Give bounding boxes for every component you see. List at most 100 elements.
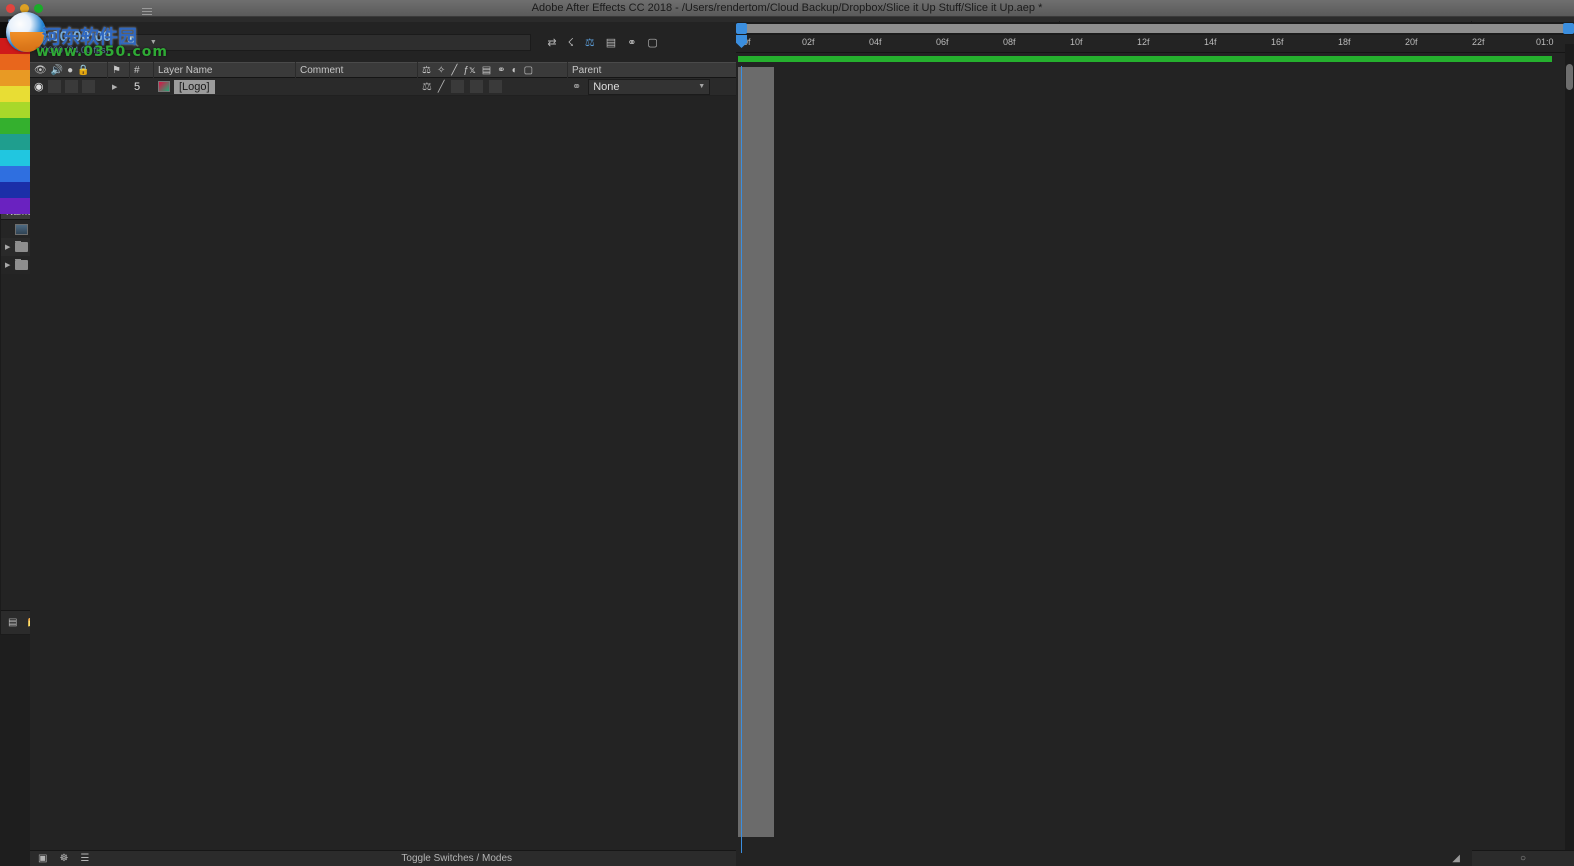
layer-thumbnail-icon xyxy=(158,81,170,92)
label-column-icon[interactable]: ⚑ xyxy=(108,62,130,78)
collapse-transformations-icon[interactable]: ✧ xyxy=(437,65,445,76)
toggle-switches-modes-button[interactable]: Toggle Switches / Modes xyxy=(401,853,512,864)
parent-column[interactable]: Parent xyxy=(568,62,728,78)
ruler-tick: 18f xyxy=(1338,37,1351,47)
layer-duration-bar[interactable] xyxy=(738,56,1552,62)
parent-pickwhip-icon[interactable]: ⚭ xyxy=(572,80,581,93)
close-window-button[interactable] xyxy=(6,4,15,13)
label-color-column[interactable] xyxy=(0,22,30,866)
time-navigator-scrollbar[interactable] xyxy=(736,22,1574,35)
label-swatch-teal[interactable] xyxy=(0,134,30,150)
3d-layer-icon[interactable]: ▢ xyxy=(524,65,533,76)
search-icon: 🔍 xyxy=(127,36,140,48)
title-bar: Adobe After Effects CC 2018 - /Users/ren… xyxy=(0,0,1574,17)
label-swatch-amber[interactable] xyxy=(0,70,30,86)
shy-icon[interactable]: ⚖ xyxy=(422,65,431,76)
quality-icon[interactable]: ╱ xyxy=(451,65,457,76)
label-swatch-red[interactable] xyxy=(0,38,30,54)
timeline-switch-buttons[interactable]: ⇄ ☇ ⚖ ▤ ⚭ ▢ xyxy=(547,36,657,49)
label-swatch-purple[interactable] xyxy=(0,198,30,214)
zoom-out-icon[interactable]: ◢ xyxy=(1452,853,1460,864)
speaker-icon[interactable]: 🔊 xyxy=(51,65,63,76)
ruler-tick: 10f xyxy=(1070,37,1083,47)
timeline-track-area[interactable]: 00f 02f 04f 06f 08f 10f 12f 14f 16f 18f … xyxy=(736,22,1574,866)
current-timecode[interactable]: 0:00:00:00 00000 (24.00 fps) xyxy=(38,29,111,56)
hide-shy-layers-icon[interactable]: ⚖ xyxy=(585,36,595,49)
comment-column[interactable]: Comment xyxy=(296,62,418,78)
lock-icon[interactable]: 🔒 xyxy=(77,65,89,76)
draft-3d-icon[interactable]: ☇ xyxy=(568,36,574,49)
layer-comment[interactable] xyxy=(296,78,418,96)
composition-mini-flowchart-icon[interactable]: ⇄ xyxy=(547,36,556,49)
layer-number-column[interactable]: # xyxy=(130,62,154,78)
layer-switches-column[interactable]: ⚖ ✧ ╱ ƒ𝕩 ▤ ⚭ ◐ ▢ xyxy=(418,62,568,78)
timeline-footer-left[interactable]: ▣ ☸ ☰ Toggle Switches / Modes xyxy=(30,850,766,866)
solo-icon[interactable]: ● xyxy=(67,65,73,76)
ruler-tick: 02f xyxy=(802,37,815,47)
label-swatch-lime[interactable] xyxy=(0,102,30,118)
layer-shy-switch[interactable]: ⚖ xyxy=(422,80,432,93)
timeline-header-row[interactable]: 0:00:00:00 00000 (24.00 fps) 🔍 ▼ ⇄ ☇ ⚖ ▤… xyxy=(30,22,736,62)
panel-menu-icon[interactable] xyxy=(141,7,152,16)
layer-name-column[interactable]: Layer Name xyxy=(154,62,296,78)
ruler-tick: 22f xyxy=(1472,37,1485,47)
motion-blur-icon[interactable]: ⚭ xyxy=(627,36,636,49)
layer-number: 5 xyxy=(134,80,141,93)
minimize-window-button[interactable] xyxy=(20,4,29,13)
window-controls[interactable] xyxy=(6,4,43,13)
parent-value: None xyxy=(593,80,620,93)
layer-frameblend-switch[interactable] xyxy=(469,80,483,93)
label-swatch-none[interactable] xyxy=(0,22,30,38)
layer-quality-switch[interactable]: ╱ xyxy=(438,80,445,93)
time-ruler[interactable]: 00f 02f 04f 06f 08f 10f 12f 14f 16f 18f … xyxy=(736,35,1574,53)
layer-expand-triangle-icon[interactable]: ▶ xyxy=(108,78,130,96)
frame-blending-icon[interactable]: ▤ xyxy=(606,36,616,49)
layer-bar-region[interactable] xyxy=(738,67,774,837)
time-navigator-thumb[interactable] xyxy=(736,23,1574,34)
label-swatch-blue[interactable] xyxy=(0,166,30,182)
after-effects-window: Adobe After Effects CC 2018 - /Users/ren… xyxy=(0,0,1574,866)
timeline-vertical-scrollbar[interactable] xyxy=(1565,44,1574,850)
ruler-tick: 06f xyxy=(936,37,949,47)
label-swatch-navy[interactable] xyxy=(0,182,30,198)
window-title: Adobe After Effects CC 2018 - /Users/ren… xyxy=(531,2,1043,14)
ruler-tick: 12f xyxy=(1137,37,1150,47)
graph-editor-icon[interactable]: ▢ xyxy=(647,36,657,49)
layer-effects-switch[interactable] xyxy=(450,80,464,93)
zoom-slider-icon[interactable]: ○ xyxy=(1520,853,1526,864)
effects-icon[interactable]: ƒ𝕩 xyxy=(463,65,475,76)
current-time-line xyxy=(741,66,742,853)
timeline-panel: ✕ !_Slice it Up 0:00:00:00 00000 (24.0 xyxy=(0,0,1574,866)
adjustment-layer-icon[interactable]: ◐ xyxy=(512,65,518,76)
layer-column-headers[interactable]: 👁 🔊 ● 🔒 ⚑ # Layer Name Comment ⚖ ✧ ╱ ƒ𝕩 … xyxy=(30,62,736,78)
motion-blur-icon[interactable]: ⚭ xyxy=(497,65,505,76)
eye-icon[interactable]: 👁 xyxy=(34,65,47,76)
label-swatch-yellow[interactable] xyxy=(0,86,30,102)
layer-video-toggle[interactable]: ◉ xyxy=(34,80,44,93)
layer-track-rows[interactable] xyxy=(736,53,1574,853)
layer-motionblur-switch[interactable] xyxy=(488,80,502,93)
ruler-tick: 04f xyxy=(869,37,882,47)
layer-audio-toggle[interactable] xyxy=(47,80,61,93)
layer-solo-toggle[interactable] xyxy=(64,80,78,93)
maximize-window-button[interactable] xyxy=(34,4,43,13)
label-swatch-orange[interactable] xyxy=(0,54,30,70)
label-swatch-cyan[interactable] xyxy=(0,150,30,166)
timeline-search-input[interactable]: 🔍 ▼ xyxy=(121,33,532,51)
timeline-layer-area[interactable]: 0:00:00:00 00000 (24.00 fps) 🔍 ▼ ⇄ ☇ ⚖ ▤… xyxy=(30,22,766,866)
ruler-tick: 08f xyxy=(1003,37,1016,47)
render-queue-icon[interactable]: ☰ xyxy=(80,853,89,864)
ruler-tick: 01:0 xyxy=(1536,37,1554,47)
ruler-tick: 14f xyxy=(1204,37,1217,47)
table-row[interactable]: ◉ ▶ 5 [Logo] ⚖ ╱ ⚭ None ▼ xyxy=(30,78,736,96)
parent-select[interactable]: None ▼ xyxy=(588,78,711,95)
timeline-footer-right[interactable]: ◢ ○ ◣ xyxy=(1452,850,1574,866)
comp-settings-icon[interactable]: ☸ xyxy=(59,853,68,864)
frame-blend-icon[interactable]: ▤ xyxy=(482,65,491,76)
label-swatch-green[interactable] xyxy=(0,118,30,134)
ruler-tick: 20f xyxy=(1405,37,1418,47)
layer-lock-toggle[interactable] xyxy=(81,80,95,93)
new-composition-icon[interactable]: ▣ xyxy=(38,853,47,864)
timecode-value[interactable]: 0:00:00:00 xyxy=(38,29,111,45)
layer-name[interactable]: [Logo] xyxy=(174,79,215,94)
